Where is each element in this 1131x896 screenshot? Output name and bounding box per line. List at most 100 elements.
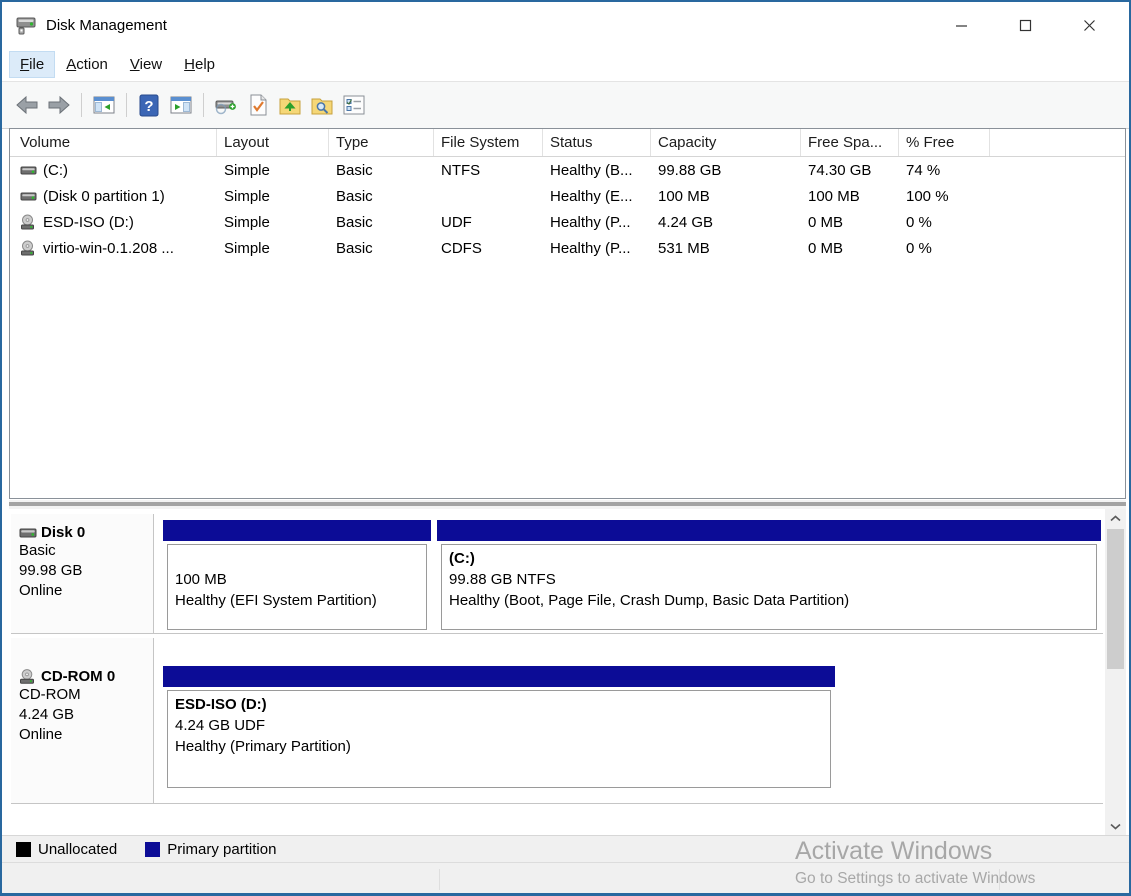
volume-type: Basic bbox=[329, 214, 434, 231]
disk-volume-icon bbox=[20, 162, 37, 179]
volume-capacity: 531 MB bbox=[651, 240, 801, 257]
chevron-down-icon bbox=[1110, 823, 1121, 830]
cdrom0-label[interactable]: CD-ROM 0 CD-ROM 4.24 GB Online bbox=[11, 638, 154, 803]
help-icon: ? bbox=[139, 94, 159, 117]
minimize-button[interactable] bbox=[929, 2, 993, 48]
cd-volume-icon bbox=[20, 214, 37, 231]
partition-color-strip bbox=[163, 666, 835, 687]
disk-icon bbox=[19, 527, 37, 539]
menu-action[interactable]: Action bbox=[56, 52, 118, 77]
menu-file[interactable]: File bbox=[10, 52, 54, 77]
volume-type: Basic bbox=[329, 162, 434, 179]
partition-size: 100 MB bbox=[175, 569, 426, 590]
volume-free-space: 0 MB bbox=[801, 214, 899, 231]
rescan-disks-button[interactable] bbox=[211, 90, 241, 120]
volume-filesystem: UDF bbox=[434, 214, 543, 231]
show-action-pane-icon bbox=[169, 94, 193, 116]
disk0-label[interactable]: Disk 0 Basic 99.98 GB Online bbox=[11, 514, 154, 633]
volume-row-esd-iso[interactable]: ESD-ISO (D:) Simple Basic UDF Healthy (P… bbox=[10, 209, 1125, 235]
column-header-pct-free[interactable]: % Free bbox=[899, 129, 990, 156]
menu-view[interactable]: View bbox=[120, 52, 172, 77]
check-document-button[interactable] bbox=[243, 90, 273, 120]
toolbar-separator bbox=[203, 93, 204, 117]
volume-pct-free: 0 % bbox=[899, 214, 990, 231]
volume-capacity: 4.24 GB bbox=[651, 214, 801, 231]
partition-name bbox=[175, 548, 426, 569]
check-document-icon bbox=[247, 93, 269, 117]
checklist-button[interactable] bbox=[339, 90, 369, 120]
column-header-capacity[interactable]: Capacity bbox=[651, 129, 801, 156]
volume-filesystem: CDFS bbox=[434, 240, 543, 257]
volume-pct-free: 0 % bbox=[899, 240, 990, 257]
menu-bar: File Action View Help bbox=[2, 48, 1129, 82]
primary-partition-swatch bbox=[145, 842, 160, 857]
column-header-file-system[interactable]: File System bbox=[434, 129, 543, 156]
forward-button[interactable] bbox=[44, 90, 74, 120]
disk0-status: Online bbox=[19, 581, 153, 601]
minimize-icon bbox=[955, 19, 968, 32]
cdrom0-size: 4.24 GB bbox=[19, 705, 153, 725]
partition-c[interactable]: (C:) 99.88 GB NTFS Healthy (Boot, Page F… bbox=[437, 520, 1101, 630]
disk-graph-pane: Disk 0 Basic 99.98 GB Online 100 MB Heal… bbox=[9, 509, 1126, 835]
column-header-filler bbox=[990, 129, 1125, 156]
volume-filesystem: NTFS bbox=[434, 162, 543, 179]
show-action-pane-button[interactable] bbox=[166, 90, 196, 120]
volume-layout: Simple bbox=[217, 214, 329, 231]
column-header-volume[interactable]: Volume bbox=[10, 129, 217, 156]
toolbar-separator bbox=[126, 93, 127, 117]
volume-name: (C:) bbox=[43, 162, 68, 179]
volume-name: virtio-win-0.1.208 ... bbox=[43, 240, 174, 257]
scroll-up-button[interactable] bbox=[1105, 509, 1126, 527]
menu-help[interactable]: Help bbox=[174, 52, 225, 77]
checklist-icon bbox=[342, 94, 366, 116]
volume-pct-free: 100 % bbox=[899, 188, 990, 205]
folder-up-icon bbox=[278, 94, 302, 117]
column-header-type[interactable]: Type bbox=[329, 129, 434, 156]
volume-layout: Simple bbox=[217, 162, 329, 179]
disk0-size: 99.98 GB bbox=[19, 561, 153, 581]
volume-type: Basic bbox=[329, 188, 434, 205]
volume-row-virtio-win[interactable]: virtio-win-0.1.208 ... Simple Basic CDFS… bbox=[10, 235, 1125, 261]
partition-efi[interactable]: 100 MB Healthy (EFI System Partition) bbox=[163, 520, 431, 630]
status-bar-divider bbox=[439, 869, 440, 890]
column-header-layout[interactable]: Layout bbox=[217, 129, 329, 156]
partition-size: 99.88 GB NTFS bbox=[449, 569, 1096, 590]
column-header-status[interactable]: Status bbox=[543, 129, 651, 156]
partition-color-strip bbox=[437, 520, 1101, 541]
folder-search-icon bbox=[310, 94, 334, 117]
volume-status: Healthy (P... bbox=[543, 214, 651, 231]
disk0-type: Basic bbox=[19, 541, 153, 561]
cd-icon bbox=[19, 669, 37, 685]
vertical-scrollbar[interactable] bbox=[1105, 509, 1126, 835]
help-button[interactable]: ? bbox=[134, 90, 164, 120]
toolbar: ? bbox=[2, 82, 1129, 129]
partition-esd-iso[interactable]: ESD-ISO (D:) 4.24 GB UDF Healthy (Primar… bbox=[163, 666, 835, 788]
folder-search-button[interactable] bbox=[307, 90, 337, 120]
toolbar-separator bbox=[81, 93, 82, 117]
pane-splitter[interactable] bbox=[9, 500, 1126, 509]
scroll-down-button[interactable] bbox=[1105, 817, 1126, 835]
close-button[interactable] bbox=[1057, 2, 1121, 48]
show-console-tree-button[interactable] bbox=[89, 90, 119, 120]
partition-name: ESD-ISO (D:) bbox=[175, 694, 830, 715]
volume-row-disk0-partition1[interactable]: (Disk 0 partition 1) Simple Basic Health… bbox=[10, 183, 1125, 209]
volume-row-c[interactable]: (C:) Simple Basic NTFS Healthy (B... 99.… bbox=[10, 157, 1125, 183]
folder-up-button[interactable] bbox=[275, 90, 305, 120]
volume-capacity: 100 MB bbox=[651, 188, 801, 205]
volume-status: Healthy (B... bbox=[543, 162, 651, 179]
volume-name: (Disk 0 partition 1) bbox=[43, 188, 165, 205]
volume-list-header: Volume Layout Type File System Status Ca… bbox=[10, 129, 1125, 157]
rescan-disks-icon bbox=[213, 94, 239, 116]
forward-icon bbox=[47, 94, 71, 116]
column-header-free-space[interactable]: Free Spa... bbox=[801, 129, 899, 156]
scrollbar-thumb[interactable] bbox=[1107, 529, 1124, 669]
volume-free-space: 0 MB bbox=[801, 240, 899, 257]
back-button[interactable] bbox=[12, 90, 42, 120]
partition-health: Healthy (Boot, Page File, Crash Dump, Ba… bbox=[449, 590, 1096, 611]
volume-capacity: 99.88 GB bbox=[651, 162, 801, 179]
status-bar bbox=[2, 862, 1129, 896]
maximize-button[interactable] bbox=[993, 2, 1057, 48]
partition-name: (C:) bbox=[449, 548, 1096, 569]
show-console-tree-icon bbox=[92, 94, 116, 116]
cdrom0-name: CD-ROM 0 bbox=[41, 668, 115, 685]
